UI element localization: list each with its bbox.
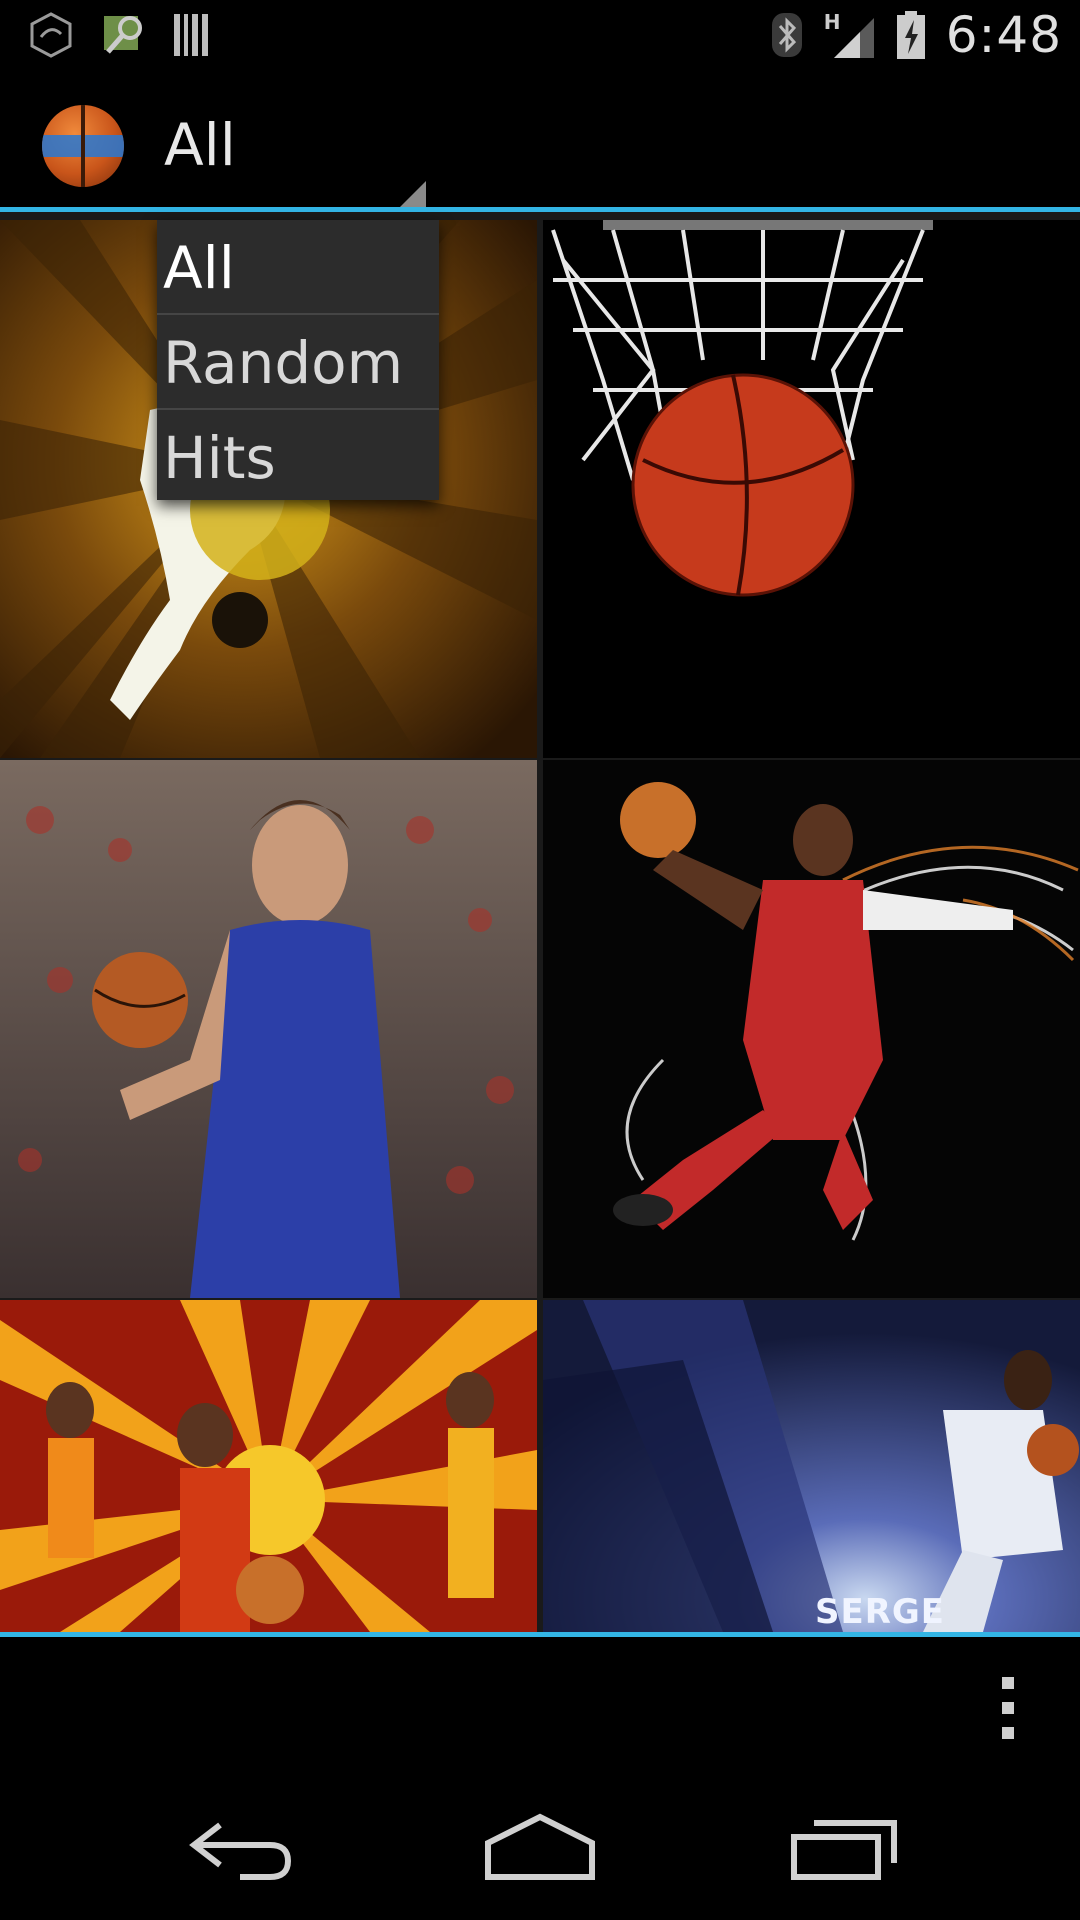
battery-icon — [896, 11, 925, 59]
bluetooth-icon — [771, 13, 802, 57]
basketball-logo-icon[interactable] — [42, 105, 124, 187]
status-bar: H 6:48 — [0, 0, 1080, 75]
dropdown-item-all[interactable]: All — [157, 220, 439, 315]
map-icon — [104, 16, 142, 54]
wallpaper-bulls-player — [543, 760, 1080, 1298]
wallpaper-tile-3[interactable] — [0, 760, 537, 1298]
spinner-selected-label: All — [164, 111, 236, 179]
clock: 6:48 — [945, 6, 1062, 64]
dropdown-item-label: Hits — [163, 424, 276, 492]
wallpaper-macedonia-team — [0, 1300, 537, 1632]
category-dropdown: All Random Hits — [157, 220, 439, 500]
wallpaper-serbia-player — [0, 760, 537, 1298]
wallpaper-tile-6[interactable]: SERGE — [543, 1300, 1080, 1632]
barcode-icon — [174, 14, 208, 56]
action-bar: All — [0, 75, 1080, 215]
dropdown-item-label: All — [163, 234, 235, 302]
wallpaper-tile-5[interactable] — [0, 1300, 537, 1632]
wallpaper-tile-4[interactable] — [543, 760, 1080, 1298]
recents-icon[interactable] — [786, 1805, 906, 1885]
wallpaper-serge — [543, 1300, 1080, 1632]
system-icons: H 6:48 — [770, 6, 1062, 64]
home-icon[interactable] — [480, 1805, 600, 1885]
overflow-menu-icon[interactable] — [1002, 1677, 1016, 1739]
serge-caption: SERGE — [815, 1592, 946, 1632]
back-icon[interactable] — [180, 1805, 300, 1885]
sync-icon — [30, 12, 72, 58]
dropdown-item-random[interactable]: Random — [157, 315, 439, 410]
bottom-action-bar — [0, 1637, 1080, 1767]
category-spinner[interactable]: All — [140, 95, 430, 215]
wallpaper-ball-net — [543, 220, 1080, 758]
navigation-bar — [0, 1767, 1080, 1920]
wallpaper-tile-2[interactable] — [543, 220, 1080, 758]
dropdown-item-hits[interactable]: Hits — [157, 410, 439, 505]
notification-icons — [28, 12, 212, 58]
dropdown-item-label: Random — [163, 329, 404, 397]
signal-icon: H — [824, 10, 876, 60]
